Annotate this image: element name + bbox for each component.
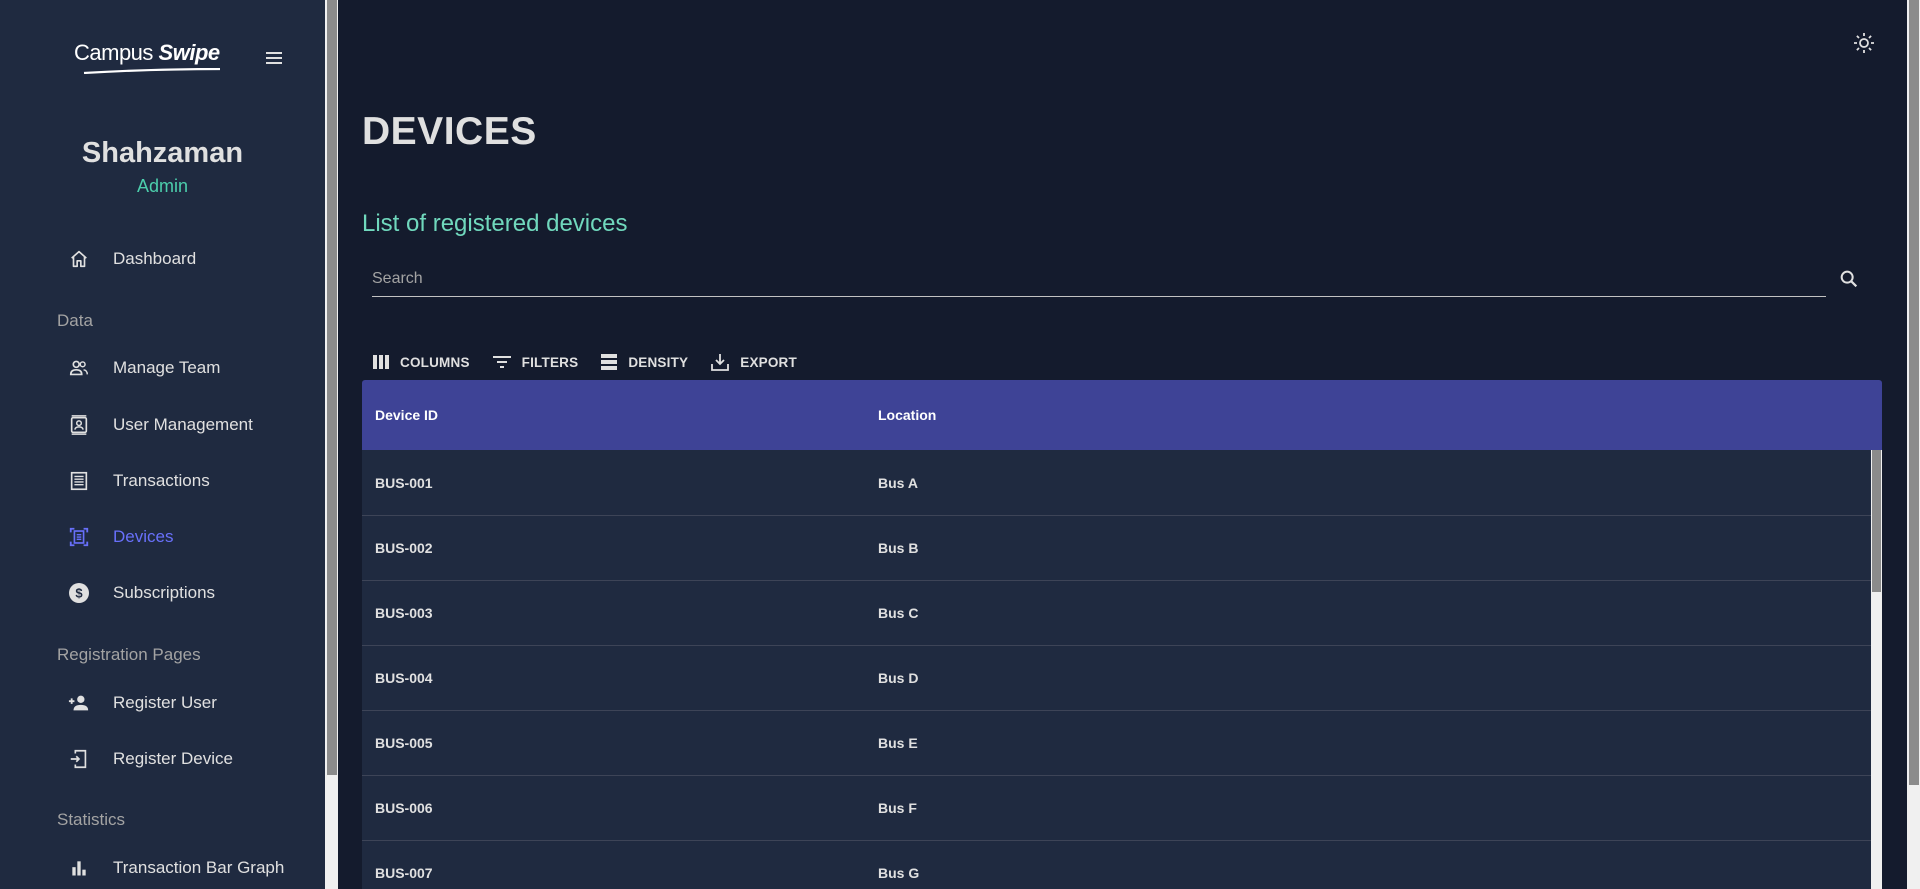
page-scrollbar-thumb[interactable] xyxy=(1909,0,1919,785)
export-label: EXPORT xyxy=(740,354,797,370)
table-scrollbar-thumb[interactable] xyxy=(1872,450,1881,592)
search-input[interactable] xyxy=(372,264,1826,294)
filters-label: FILTERS xyxy=(521,354,579,370)
sidebar-section-statistics: Statistics xyxy=(57,810,126,829)
table-row[interactable]: BUS-007 Bus G xyxy=(362,840,1871,889)
table-row[interactable]: BUS-004 Bus D xyxy=(362,645,1871,711)
table-body: BUS-001 Bus A BUS-002 Bus B BUS-003 Bus … xyxy=(362,450,1871,889)
columns-icon xyxy=(373,355,389,369)
sidebar-item-label: Subscriptions xyxy=(113,583,216,602)
sidebar-section-data: Data xyxy=(57,311,93,330)
device-id-cell: BUS-001 xyxy=(375,474,433,491)
location-cell: Bus D xyxy=(878,669,919,686)
sidebar-item-manage-team[interactable]: Manage Team xyxy=(0,348,325,388)
people-icon xyxy=(67,356,91,380)
sidebar-item-register-user[interactable]: Register User xyxy=(0,683,325,723)
sidebar-item-label: User Management xyxy=(113,415,253,434)
device-id-cell: BUS-003 xyxy=(375,604,433,621)
location-cell: Bus C xyxy=(878,604,919,621)
device-id-cell: BUS-002 xyxy=(375,539,433,556)
table-row[interactable]: BUS-003 Bus C xyxy=(362,580,1871,646)
bar-chart-icon xyxy=(67,856,91,880)
sidebar-item-label: Transactions xyxy=(113,471,210,490)
grid-toolbar: COLUMNS FILTERS DENSITY EXPORT xyxy=(372,350,819,374)
column-header-location[interactable]: Location xyxy=(878,380,936,450)
page-subtitle: List of registered devices xyxy=(362,210,628,237)
filter-icon xyxy=(492,356,511,368)
sidebar-item-dashboard[interactable]: Dashboard xyxy=(0,239,325,279)
table-row[interactable]: BUS-001 Bus A xyxy=(362,450,1871,516)
sidebar-item-label: Transaction Bar Graph xyxy=(113,858,285,877)
columns-button[interactable]: COLUMNS xyxy=(372,354,470,370)
column-header-device-id[interactable]: Device ID xyxy=(375,380,438,450)
download-icon xyxy=(711,354,730,371)
sidebar-scrollbar-thumb[interactable] xyxy=(327,0,337,775)
table-row[interactable]: BUS-005 Bus E xyxy=(362,710,1871,776)
location-cell: Bus F xyxy=(878,799,917,816)
sidebar-item-devices[interactable]: Devices xyxy=(0,517,325,557)
sidebar-item-label: Register Device xyxy=(113,749,233,768)
sun-icon[interactable] xyxy=(1852,31,1876,55)
user-role: Admin xyxy=(136,176,189,196)
sidebar-item-register-device[interactable]: Register Device xyxy=(0,739,325,779)
device-id-cell: BUS-007 xyxy=(375,864,433,881)
location-cell: Bus A xyxy=(878,474,918,491)
menu-toggle-icon[interactable] xyxy=(266,52,282,66)
search-icon[interactable] xyxy=(1838,268,1862,292)
table-row[interactable]: BUS-002 Bus B xyxy=(362,515,1871,581)
location-cell: Bus E xyxy=(878,734,918,751)
columns-label: COLUMNS xyxy=(400,354,470,370)
sidebar-item-label: Dashboard xyxy=(113,249,197,268)
table-row[interactable]: BUS-006 Bus F xyxy=(362,775,1871,841)
search-field xyxy=(372,264,1826,297)
export-button[interactable]: EXPORT xyxy=(710,352,797,372)
person-add-icon xyxy=(67,691,91,715)
device-id-cell: BUS-006 xyxy=(375,799,433,816)
page-title: DEVICES xyxy=(362,110,537,153)
device-id-cell: BUS-005 xyxy=(375,734,433,751)
filters-button[interactable]: FILTERS xyxy=(492,354,579,370)
sidebar-item-subscriptions[interactable]: $ Subscriptions xyxy=(0,573,325,613)
sidebar: Campus Swipe Shahzaman Admin Dashboard D… xyxy=(0,0,325,889)
location-cell: Bus B xyxy=(878,539,919,556)
dollar-coin-icon: $ xyxy=(67,581,91,605)
document-scanner-icon xyxy=(67,525,91,549)
devices-table: Device ID Location BUS-001 Bus A BUS-002… xyxy=(362,380,1882,889)
user-name: Shahzaman xyxy=(81,137,244,169)
density-icon xyxy=(601,354,618,370)
sidebar-section-registration: Registration Pages xyxy=(57,645,201,664)
sidebar-item-label: Register User xyxy=(113,693,217,712)
device-id-cell: BUS-004 xyxy=(375,669,433,686)
mobile-add-icon xyxy=(67,747,91,771)
sidebar-item-label: Manage Team xyxy=(113,358,221,377)
brand-logo: Campus Swipe xyxy=(74,40,222,74)
svg-text:$: $ xyxy=(75,586,83,601)
table-header: Device ID Location xyxy=(362,380,1882,450)
home-icon xyxy=(67,247,91,271)
density-button[interactable]: DENSITY xyxy=(600,353,688,371)
sidebar-item-user-management[interactable]: User Management xyxy=(0,405,325,445)
location-cell: Bus G xyxy=(878,864,920,881)
density-label: DENSITY xyxy=(628,354,689,370)
logo-text-campus: Campus xyxy=(74,40,153,65)
sidebar-item-transactions[interactable]: Transactions xyxy=(0,461,325,501)
sidebar-item-transaction-bar-graph[interactable]: Transaction Bar Graph xyxy=(0,848,325,888)
receipt-icon xyxy=(67,469,91,493)
sidebar-item-label: Devices xyxy=(113,527,174,546)
logo-text-swipe: Swipe xyxy=(158,40,221,65)
contact-card-icon xyxy=(67,413,91,437)
